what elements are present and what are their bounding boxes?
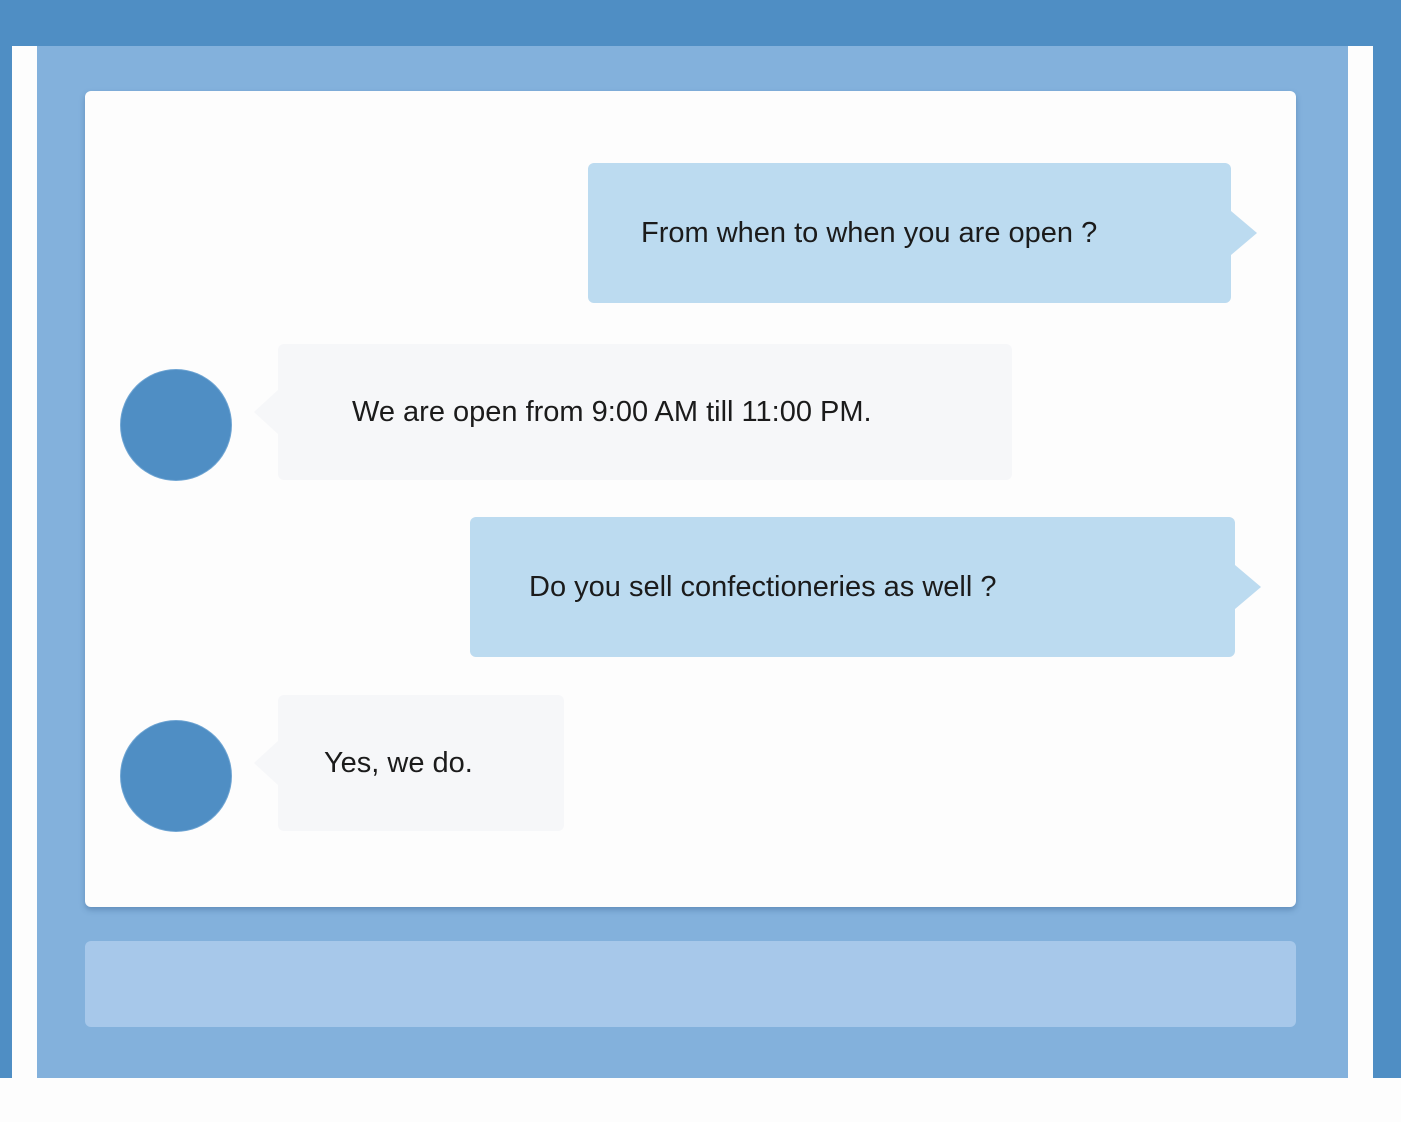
bot-avatar <box>121 721 231 831</box>
message-bubble-bot: Yes, we do. <box>254 695 564 831</box>
bot-avatar <box>121 370 231 480</box>
message-text: Do you sell confectioneries as well ? <box>529 570 997 603</box>
message-text: From when to when you are open ? <box>641 216 1098 249</box>
message-bubble-bot: We are open from 9:00 AM till 11:00 PM. <box>254 344 1012 480</box>
window-top-bar <box>0 0 1401 46</box>
window-left-edge <box>0 46 12 1078</box>
chat-transcript-panel: From when to when you are open ? We are … <box>85 91 1296 907</box>
window-right-gap <box>1348 46 1373 1078</box>
message-text: Yes, we do. <box>324 746 473 779</box>
window-right-edge <box>1373 46 1401 1078</box>
message-text: We are open from 9:00 AM till 11:00 PM. <box>352 395 872 428</box>
message-input[interactable] <box>85 941 1296 1027</box>
window-left-gap <box>12 46 37 1078</box>
message-bubble-user: Do you sell confectioneries as well ? <box>470 517 1261 657</box>
message-bubble-user: From when to when you are open ? <box>588 163 1257 303</box>
